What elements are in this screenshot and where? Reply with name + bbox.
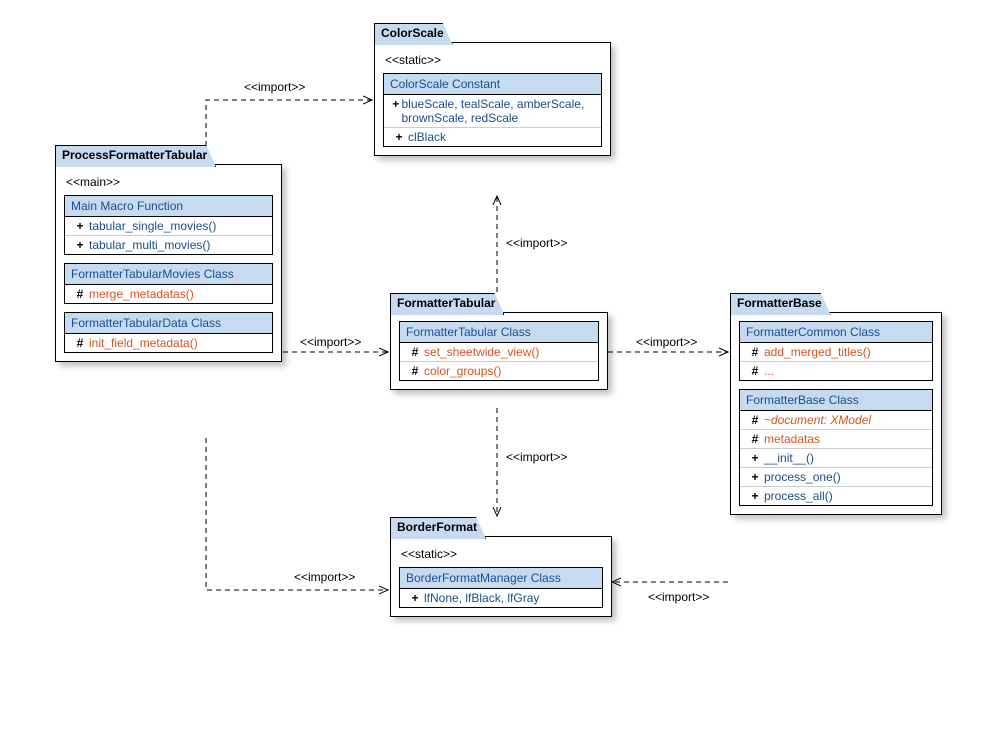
class-title: FormatterCommon Class — [740, 322, 932, 343]
member: add_merged_titles() — [764, 345, 871, 359]
class-fc: FormatterCommon Class #add_merged_titles… — [739, 321, 933, 381]
import-label: <<import>> — [300, 335, 361, 349]
member: blueScale, tealScale, amberScale, brownS… — [402, 97, 596, 125]
import-label: <<import>> — [506, 450, 567, 464]
member: process_all() — [764, 489, 833, 503]
class-title: Main Macro Function — [65, 196, 272, 217]
package-tab: BorderFormat — [390, 517, 486, 539]
stereotype: <<main>> — [66, 175, 273, 189]
package-color-scale: ColorScale <<static>> ColorScale Constan… — [374, 42, 611, 156]
class-title: FormatterTabularData Class — [65, 313, 272, 334]
class-title: ColorScale Constant — [384, 74, 601, 95]
class-title: FormatterTabular Class — [400, 322, 598, 343]
import-label: <<import>> — [294, 570, 355, 584]
class-title: FormatterBase Class — [740, 390, 932, 411]
member: ~document: XModel — [764, 413, 871, 427]
package-border-format: BorderFormat <<static>> BorderFormatMana… — [390, 536, 612, 617]
package-tab: FormatterBase — [730, 293, 831, 315]
package-tab: FormatterTabular — [390, 293, 504, 315]
class-main-macro: Main Macro Function +tabular_single_movi… — [64, 195, 273, 255]
member: merge_metadatas() — [89, 287, 194, 301]
package-tab: ProcessFormatterTabular — [55, 145, 216, 167]
package-formatter-tabular: FormatterTabular FormatterTabular Class … — [390, 312, 608, 390]
class-title: FormatterTabularMovies Class — [65, 264, 272, 285]
member: tabular_single_movies() — [89, 219, 216, 233]
package-formatter-base: FormatterBase FormatterCommon Class #add… — [730, 312, 942, 515]
member: lfNone, lfBlack, lfGray — [424, 591, 539, 605]
import-label: <<import>> — [506, 236, 567, 250]
class-title: BorderFormatManager Class — [400, 568, 602, 589]
member: color_groups() — [424, 364, 501, 378]
import-label: <<import>> — [648, 590, 709, 604]
stereotype: <<static>> — [385, 53, 602, 67]
package-tab: ColorScale — [374, 23, 453, 45]
member: tabular_multi_movies() — [89, 238, 210, 252]
class-cs-const: ColorScale Constant +blueScale, tealScal… — [383, 73, 602, 147]
import-label: <<import>> — [636, 335, 697, 349]
class-bfm: BorderFormatManager Class +lfNone, lfBla… — [399, 567, 603, 608]
class-ftm: FormatterTabularMovies Class #merge_meta… — [64, 263, 273, 304]
member: set_sheetwide_view() — [424, 345, 539, 359]
stereotype: <<static>> — [401, 547, 603, 561]
class-ft: FormatterTabular Class #set_sheetwide_vi… — [399, 321, 599, 381]
member: process_one() — [764, 470, 841, 484]
package-process-formatter-tabular: ProcessFormatterTabular <<main>> Main Ma… — [55, 164, 282, 362]
member: metadatas — [764, 432, 820, 446]
import-label: <<import>> — [244, 80, 305, 94]
member: init_field_metadata() — [89, 336, 198, 350]
member: clBlack — [408, 130, 446, 144]
member: __init__() — [764, 451, 814, 465]
class-fb: FormatterBase Class #~document: XModel #… — [739, 389, 933, 506]
member: ... — [764, 364, 774, 378]
class-ftd: FormatterTabularData Class #init_field_m… — [64, 312, 273, 353]
